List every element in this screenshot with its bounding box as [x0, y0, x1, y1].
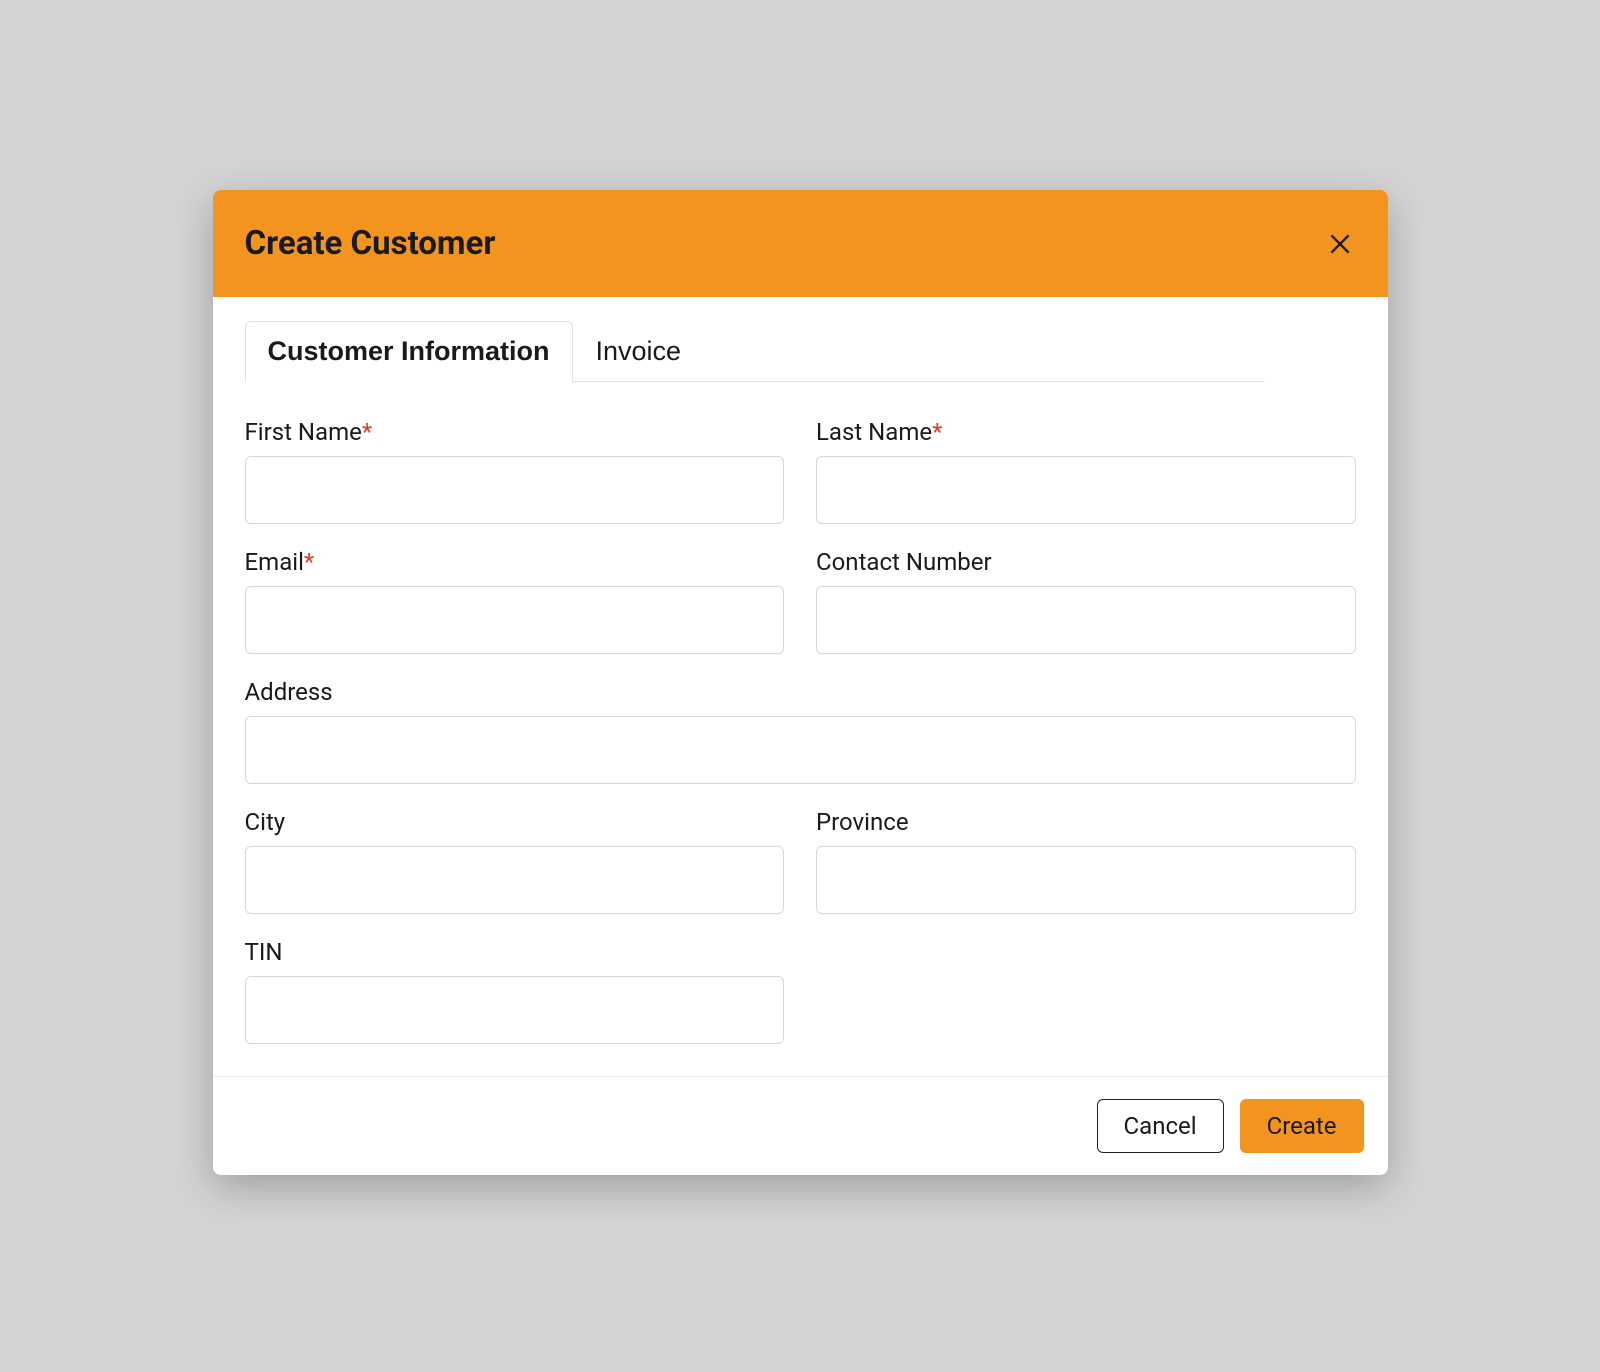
tab-invoice[interactable]: Invoice — [573, 321, 705, 381]
first-name-input[interactable] — [245, 456, 785, 524]
field-province: Province — [816, 808, 1356, 914]
modal-footer: Cancel Create — [213, 1076, 1388, 1175]
field-contact-number: Contact Number — [816, 548, 1356, 654]
create-button[interactable]: Create — [1240, 1099, 1364, 1153]
address-label: Address — [245, 678, 1356, 706]
field-email: Email* — [245, 548, 785, 654]
address-input[interactable] — [245, 716, 1356, 784]
email-label: Email* — [245, 548, 785, 576]
tin-input[interactable] — [245, 976, 785, 1044]
create-customer-modal: Create Customer Customer Information Inv… — [213, 190, 1388, 1175]
form-grid: First Name* Last Name* Email* Contact Nu… — [245, 418, 1356, 1044]
email-input[interactable] — [245, 586, 785, 654]
field-first-name: First Name* — [245, 418, 785, 524]
last-name-input[interactable] — [816, 456, 1356, 524]
modal-body: Customer Information Invoice First Name*… — [213, 297, 1388, 1076]
modal-header: Create Customer — [213, 190, 1388, 297]
last-name-label: Last Name* — [816, 418, 1356, 446]
contact-number-input[interactable] — [816, 586, 1356, 654]
close-button[interactable] — [1324, 228, 1356, 260]
city-label: City — [245, 808, 785, 836]
cancel-button[interactable]: Cancel — [1097, 1099, 1224, 1153]
field-address: Address — [245, 678, 1356, 784]
tin-label: TIN — [245, 938, 785, 966]
tabs: Customer Information Invoice — [245, 321, 1265, 382]
first-name-label: First Name* — [245, 418, 785, 446]
field-tin: TIN — [245, 938, 785, 1044]
tab-customer-information[interactable]: Customer Information — [245, 321, 573, 382]
contact-number-label: Contact Number — [816, 548, 1356, 576]
city-input[interactable] — [245, 846, 785, 914]
province-input[interactable] — [816, 846, 1356, 914]
modal-title: Create Customer — [245, 224, 496, 263]
close-icon — [1327, 231, 1353, 257]
field-city: City — [245, 808, 785, 914]
field-last-name: Last Name* — [816, 418, 1356, 524]
province-label: Province — [816, 808, 1356, 836]
